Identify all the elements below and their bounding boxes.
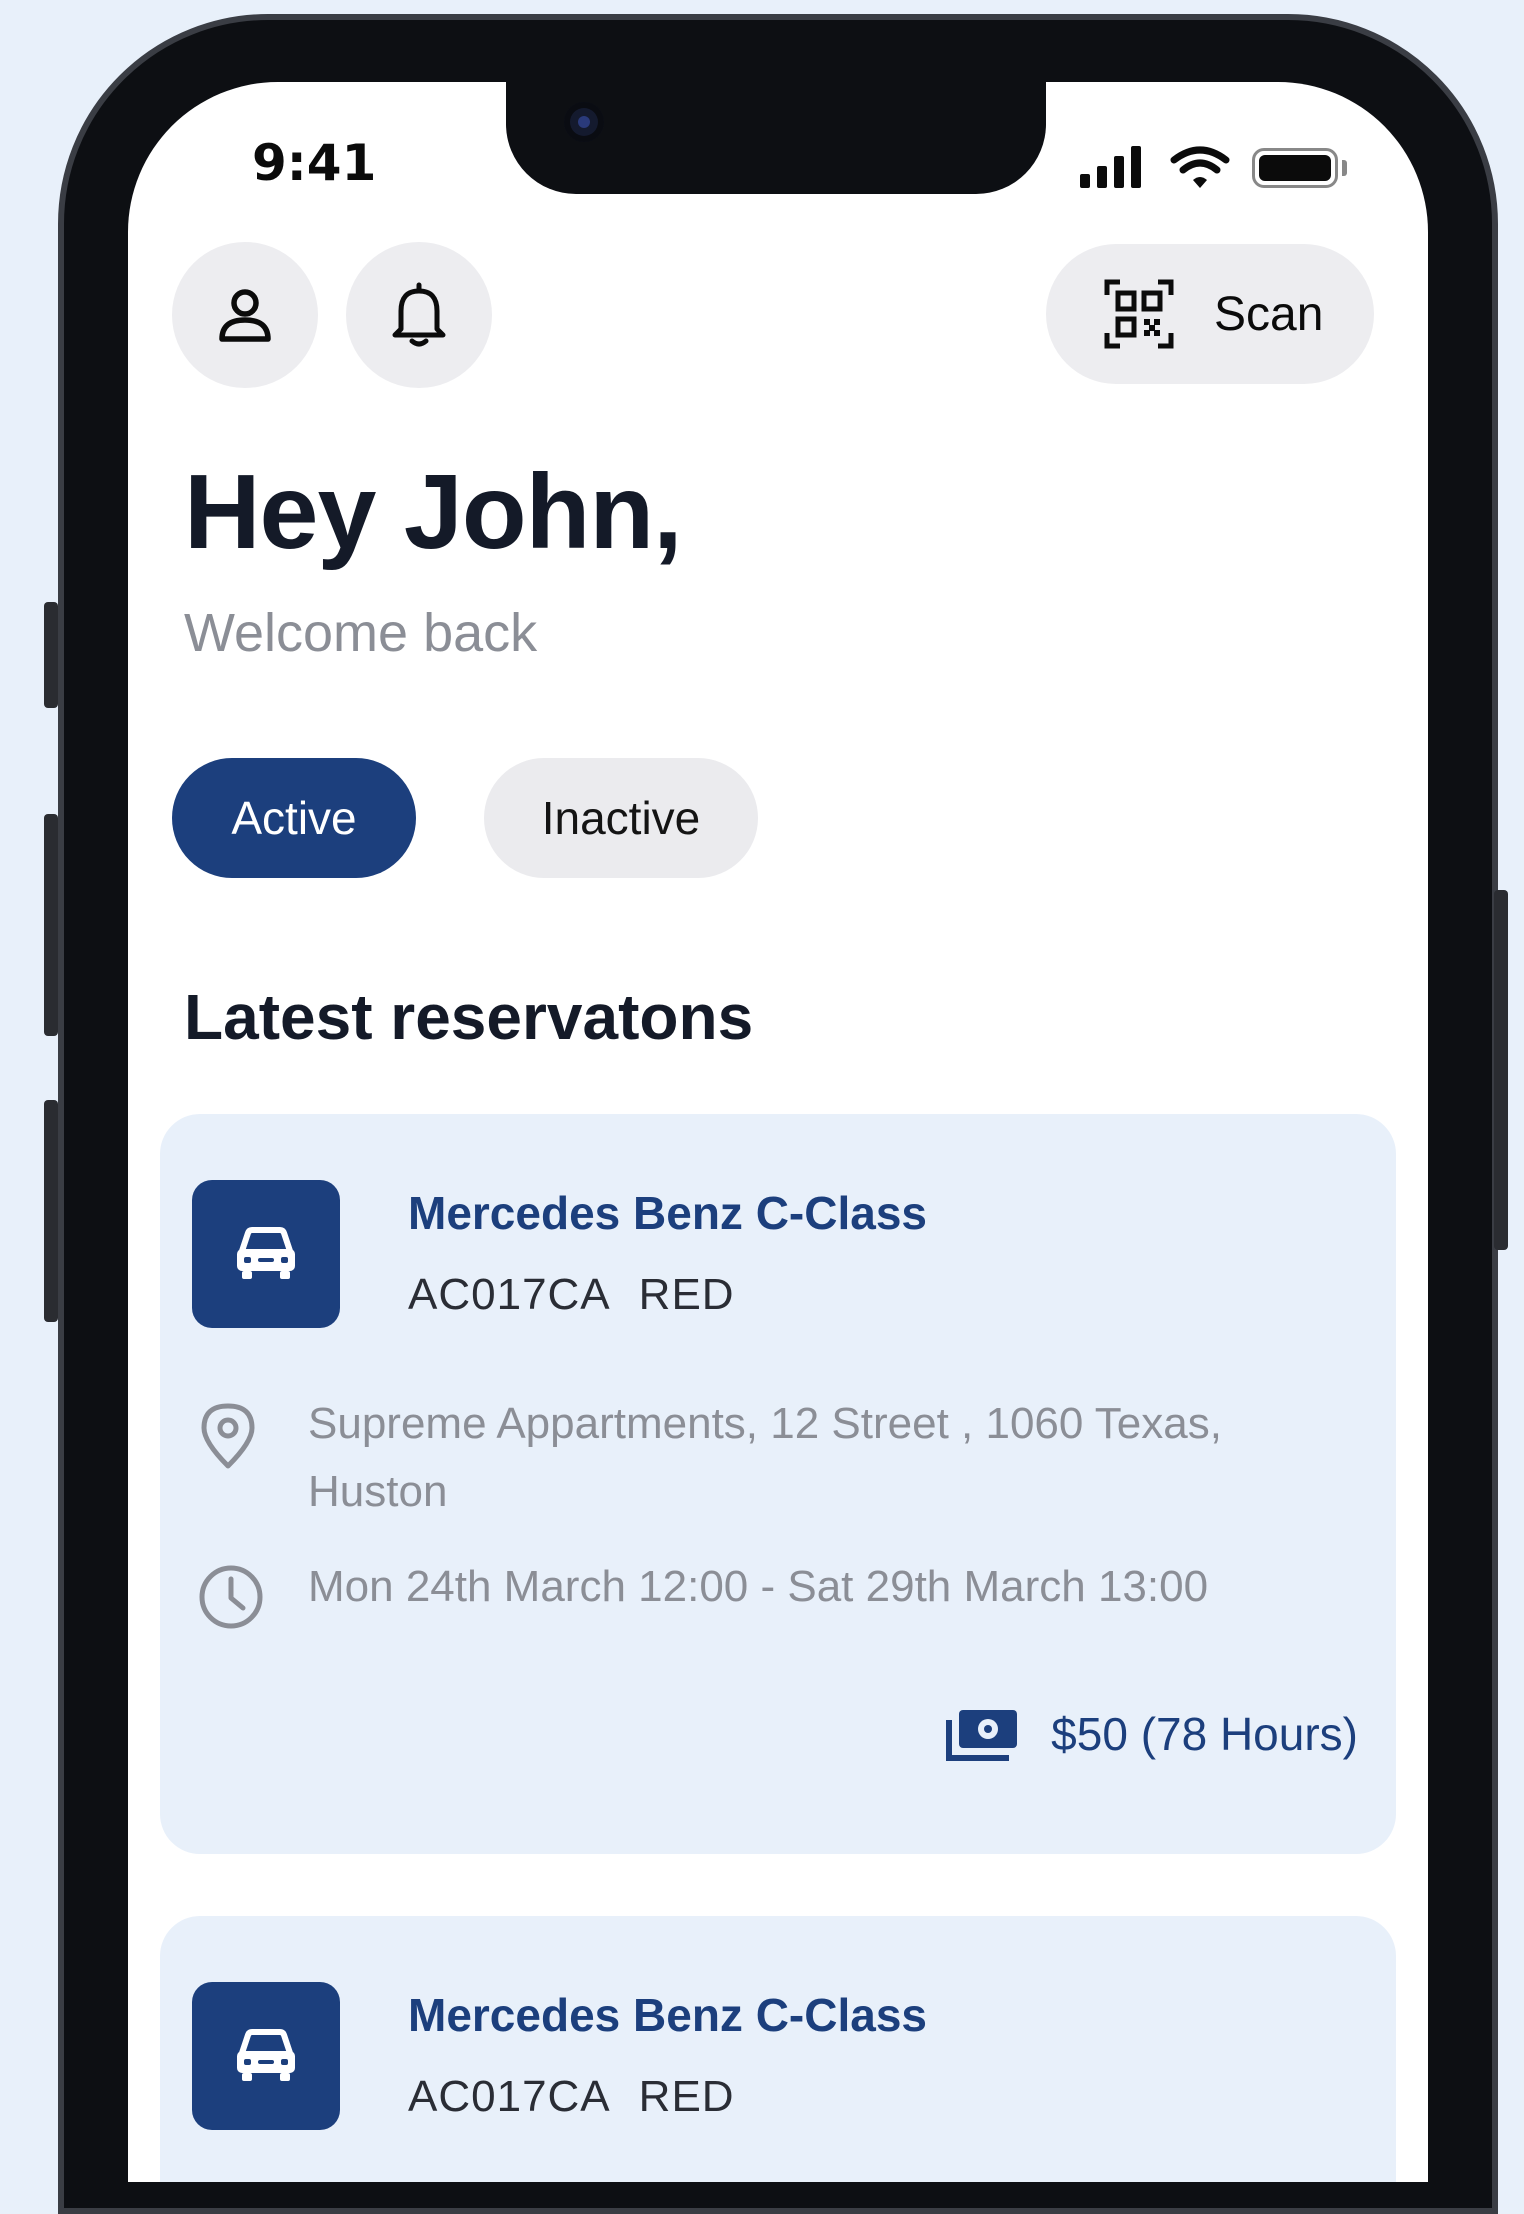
tab-inactive[interactable]: Inactive: [484, 758, 758, 878]
status-time: 9:41: [252, 134, 377, 192]
car-tile: [192, 1982, 340, 2130]
greeting-subtitle: Welcome back: [184, 603, 538, 663]
car-name: Mercedes Benz C-Class: [408, 1989, 927, 2041]
app-screen: 9:41 Scan Hey John, Welcome back Active …: [128, 82, 1428, 2182]
price-row: $50 (78 Hours): [945, 1706, 1358, 1762]
car-name: Mercedes Benz C-Class: [408, 1187, 927, 1239]
section-title: Latest reservatons: [184, 981, 754, 1053]
scan-button[interactable]: Scan: [1046, 244, 1374, 384]
location-pin-icon: [201, 1403, 255, 1469]
volume-up-button: [44, 814, 58, 1036]
profile-button[interactable]: [172, 242, 318, 388]
car-meta: AC017CA RED: [408, 1270, 735, 1320]
car-icon: [237, 1227, 295, 1279]
clock-icon: [199, 1565, 263, 1629]
battery-icon: [1252, 148, 1338, 188]
front-camera: [564, 102, 604, 142]
power-button: [1494, 890, 1508, 1250]
signal-icon: [1080, 144, 1150, 188]
tab-active[interactable]: Active: [172, 758, 416, 878]
reservation-address: Supreme Appartments, 12 Street , 1060 Te…: [308, 1399, 1222, 1516]
car-icon: [237, 2029, 295, 2081]
car-color: RED: [638, 2072, 735, 2121]
wifi-icon: [1170, 146, 1230, 188]
greeting-title: Hey John,: [184, 453, 683, 571]
scan-label: Scan: [1214, 287, 1324, 341]
notch: [506, 82, 1046, 194]
reservation-card[interactable]: Mercedes Benz C-Class AC017CA RED: [160, 1916, 1396, 2182]
car-color: RED: [638, 1270, 735, 1319]
status-icons: [1080, 144, 1350, 194]
qr-code-icon: [1104, 279, 1174, 349]
silent-switch: [44, 602, 58, 708]
reservation-period: Mon 24th March 12:00 - Sat 29th March 13…: [308, 1562, 1209, 1611]
reservation-price: $50 (78 Hours): [1051, 1708, 1358, 1760]
bell-icon: [392, 282, 446, 347]
car-tile: [192, 1180, 340, 1328]
car-meta: AC017CA RED: [408, 2072, 735, 2122]
notifications-button[interactable]: [346, 242, 492, 388]
car-plate: AC017CA: [408, 2072, 611, 2121]
car-plate: AC017CA: [408, 1270, 611, 1319]
reservation-card[interactable]: Mercedes Benz C-Class AC017CA RED Supreme…: [160, 1114, 1396, 1854]
person-icon: [219, 289, 271, 342]
money-icon: [946, 1710, 1018, 1761]
volume-down-button: [44, 1100, 58, 1322]
